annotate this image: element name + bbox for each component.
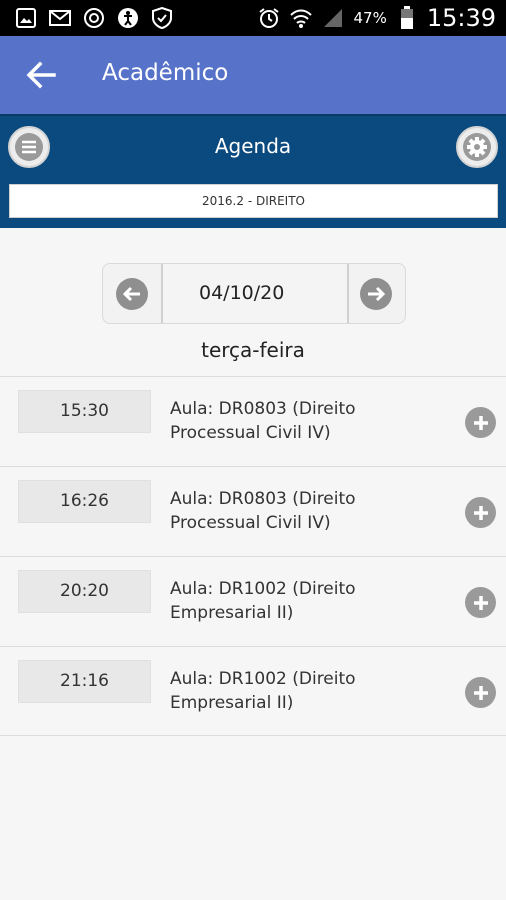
- alarm-icon: [257, 6, 281, 30]
- sync-icon: [82, 6, 106, 30]
- list-item[interactable]: 15:30 Aula: DR0803 (Direito Processual C…: [0, 376, 506, 466]
- event-title-line1: Aula: DR0803 (Direito: [170, 399, 356, 419]
- weekday-label: terça-feira: [201, 338, 305, 362]
- gallery-icon: [14, 6, 38, 30]
- event-title-line2: Empresarial II): [170, 603, 294, 623]
- agenda-title: Agenda: [214, 134, 292, 158]
- event-title-line1: Aula: DR1002 (Direito: [170, 579, 356, 599]
- date-input[interactable]: 04/10/20: [161, 264, 349, 323]
- course-selector[interactable]: 2016.2 - DIREITO: [9, 184, 498, 218]
- event-time: 15:30: [18, 390, 151, 433]
- clock: 15:39: [426, 4, 496, 32]
- event-time: 21:16: [18, 660, 151, 703]
- event-description: Aula: DR0803 (Direito Processual Civil I…: [170, 487, 440, 535]
- event-description: Aula: DR1002 (Direito Empresarial II): [170, 577, 440, 625]
- battery-percent: 47%: [353, 9, 387, 27]
- event-title-line1: Aula: DR1002 (Direito: [170, 669, 356, 689]
- expand-button[interactable]: [465, 497, 496, 528]
- battery-icon: [395, 6, 419, 30]
- list-item[interactable]: 21:16 Aula: DR1002 (Direito Empresarial …: [0, 646, 506, 736]
- event-title-line1: Aula: DR0803 (Direito: [170, 489, 356, 509]
- status-notifications: [14, 6, 174, 30]
- plus-icon: [473, 505, 488, 520]
- event-title-line2: Processual Civil IV): [170, 423, 331, 443]
- accessibility-icon: [116, 6, 140, 30]
- expand-button[interactable]: [465, 407, 496, 438]
- settings-button[interactable]: [456, 126, 498, 168]
- plus-icon: [473, 595, 488, 610]
- status-bar: 47% 15:39: [0, 0, 506, 36]
- expand-button[interactable]: [465, 587, 496, 618]
- mail-icon: [48, 6, 72, 30]
- app-bar: Acadêmico: [0, 36, 506, 114]
- status-system: 47% 15:39: [257, 4, 496, 32]
- event-title-line2: Empresarial II): [170, 693, 294, 713]
- arrow-right-icon: [368, 286, 386, 302]
- wifi-icon: [289, 6, 313, 30]
- event-time: 20:20: [18, 570, 151, 613]
- back-button[interactable]: [24, 58, 58, 92]
- app-title: Acadêmico: [102, 60, 229, 86]
- event-description: Aula: DR0803 (Direito Processual Civil I…: [170, 397, 440, 445]
- agenda-header: Agenda 2016.2 - DIREITO: [0, 114, 506, 228]
- list-item[interactable]: 20:20 Aula: DR1002 (Direito Empresarial …: [0, 556, 506, 646]
- date-navigator: 04/10/20: [102, 263, 406, 324]
- shield-icon: [150, 6, 174, 30]
- arrow-left-icon: [122, 286, 140, 302]
- list-item[interactable]: 16:26 Aula: DR0803 (Direito Processual C…: [0, 466, 506, 556]
- event-description: Aula: DR1002 (Direito Empresarial II): [170, 667, 440, 715]
- plus-icon: [473, 685, 488, 700]
- arrow-left-icon: [26, 61, 56, 89]
- next-day-button[interactable]: [360, 278, 392, 310]
- expand-button[interactable]: [465, 677, 496, 708]
- event-time: 16:26: [18, 480, 151, 523]
- signal-icon: [321, 6, 345, 30]
- previous-day-button[interactable]: [116, 278, 148, 310]
- events-list: 15:30 Aula: DR0803 (Direito Processual C…: [0, 376, 506, 736]
- plus-icon: [473, 415, 488, 430]
- gear-icon: [463, 133, 491, 161]
- event-title-line2: Processual Civil IV): [170, 513, 331, 533]
